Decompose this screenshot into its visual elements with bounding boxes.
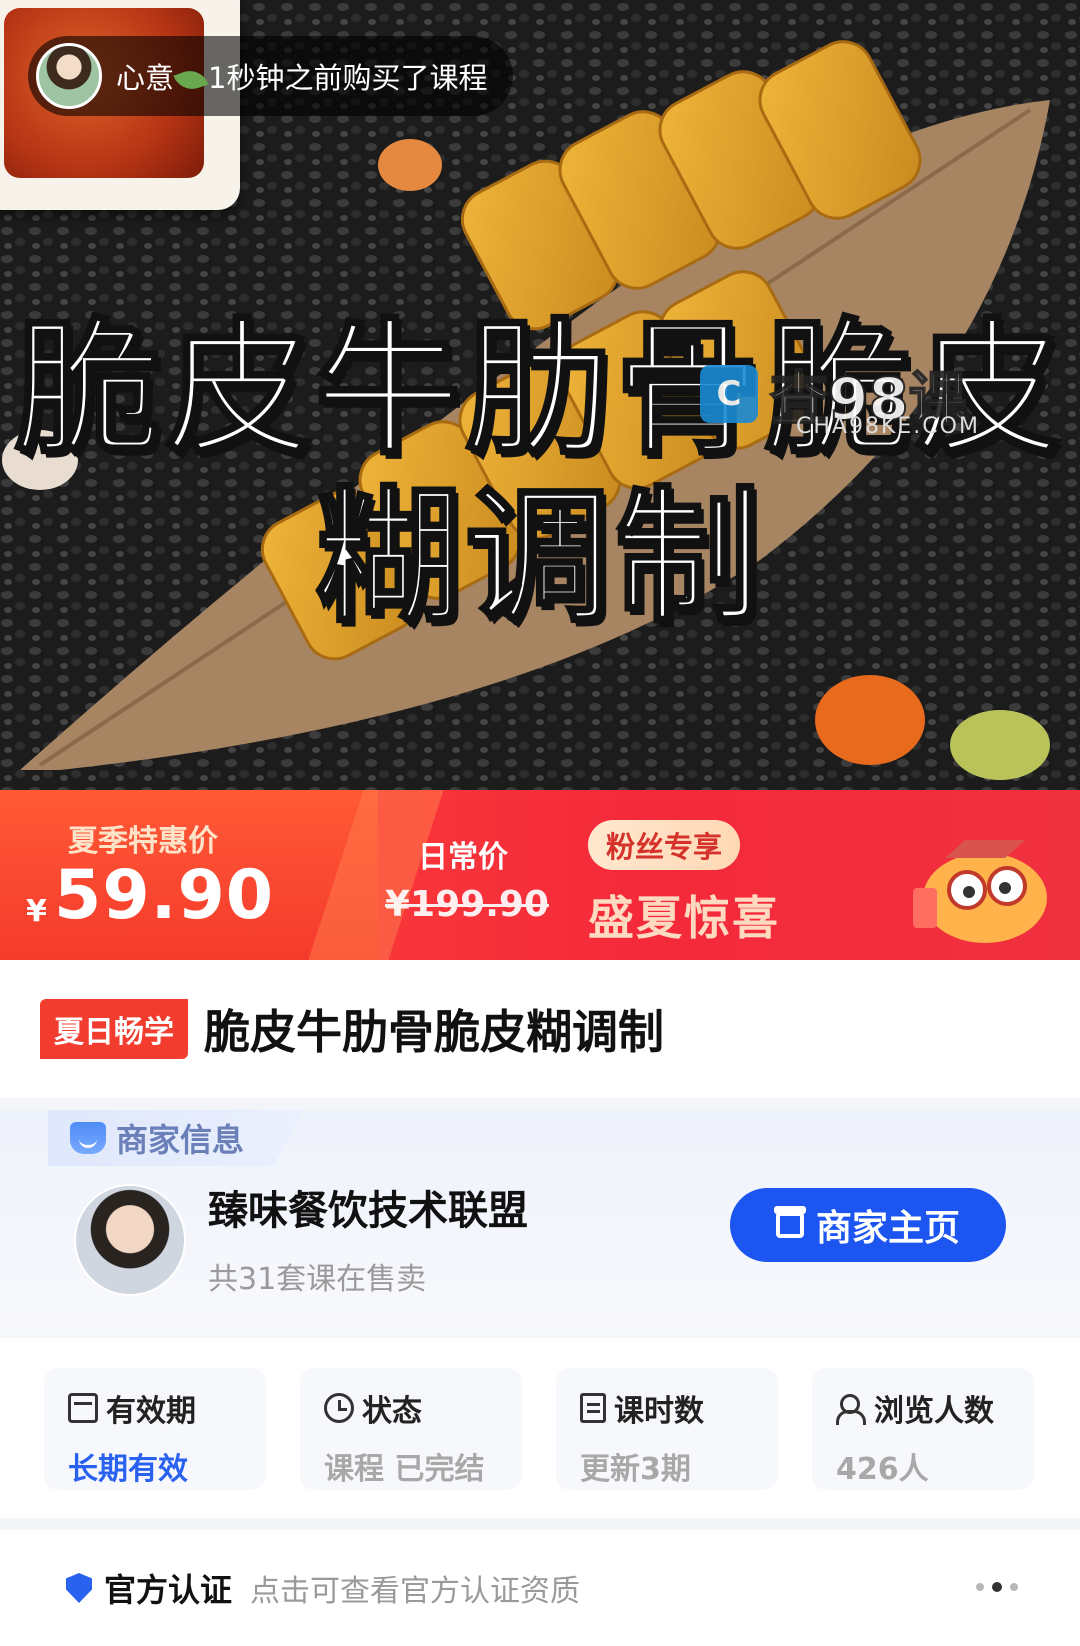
merchant-name[interactable]: 臻味餐饮技术联盟 [208,1178,528,1236]
summer-surprise-text: 盛夏惊喜 [588,891,780,945]
promo-price-label: 夏季特惠价 [68,824,218,859]
buyer-name: 心意 [116,61,175,95]
merchant-home-button[interactable]: 商家主页 [730,1188,1006,1262]
stat-validity-label: 有效期 [106,1394,196,1429]
users-icon [836,1393,866,1425]
stat-views-value: 426人 [836,1452,929,1487]
watermark-logo-icon: C [700,365,758,423]
shop-icon [773,1206,806,1238]
document-icon [580,1393,606,1423]
merchant-avatar[interactable] [74,1184,186,1296]
currency-symbol: ¥ [26,894,47,929]
merchant-info-icon [70,1122,106,1154]
watermark-url: CHA98KE.COM [796,414,980,439]
merchant-course-count: 共31套课在售卖 [208,1262,427,1297]
summer-study-tag: 夏日畅学 [40,999,188,1059]
stat-status-value: 课程 已完结 [324,1452,485,1487]
stat-status-label: 状态 [362,1394,422,1429]
regular-price-label: 日常价 [418,840,508,875]
cover-title-line2: 糊调制 [314,472,765,645]
purchase-message: 1秒钟之前购买了课程 [208,61,488,95]
regular-price-value: ¥199.90 [385,884,549,925]
course-stats: 有效期 长期有效 状态 课程 已完结 课时数 更新3期 浏览人数 426人 [0,1338,1080,1518]
official-certification-row[interactable]: 官方认证 点击可查看官方认证资质 [0,1530,1080,1646]
certification-description: 点击可查看官方认证资质 [250,1574,581,1609]
stat-views-label: 浏览人数 [874,1394,994,1429]
buyer-avatar [36,43,102,109]
merchant-info-header: 商家信息 [48,1110,305,1166]
stat-lessons-value: 更新3期 [580,1452,691,1487]
purchase-toast: 心意 1秒钟之前购买了课程 [28,36,514,116]
certification-label: 官方认证 [104,1571,233,1609]
course-title: 脆皮牛肋骨脆皮糊调制 [204,1005,664,1059]
stat-validity: 有效期 长期有效 [44,1368,266,1490]
promo-price-value: 59.90 [54,856,275,935]
purchase-toast-text: 心意 1秒钟之前购买了课程 [116,55,487,97]
mascot-icon [913,840,1047,943]
calendar-icon [68,1393,98,1423]
leaf-icon [173,65,209,95]
stat-validity-value: 长期有效 [68,1452,188,1487]
stat-lessons-label: 课时数 [614,1394,704,1429]
stat-lessons: 课时数 更新3期 [556,1368,778,1490]
course-cover-image[interactable]: 心意 1秒钟之前购买了课程 脆皮牛肋骨脆皮 糊调制 C 查98课 CHA98KE.… [0,0,1080,800]
stat-status: 状态 课程 已完结 [300,1368,522,1490]
fans-exclusive-tag: 粉丝专享 [588,820,741,870]
more-icon[interactable] [976,1582,1018,1592]
clock-icon [324,1393,354,1423]
course-title-row: 夏日畅学 脆皮牛肋骨脆皮糊调制 [0,960,1080,1098]
stat-views: 浏览人数 426人 [812,1368,1034,1490]
merchant-home-label: 商家主页 [815,1208,960,1249]
shield-icon [66,1573,92,1603]
price-banner: 夏季特惠价 ¥ 59.90 日常价 ¥199.90 粉丝专享 盛夏惊喜 [0,790,1080,960]
merchant-card[interactable]: 商家信息 臻味餐饮技术联盟 共31套课在售卖 商家主页 [0,1110,1080,1335]
merchant-info-label: 商家信息 [116,1121,245,1159]
